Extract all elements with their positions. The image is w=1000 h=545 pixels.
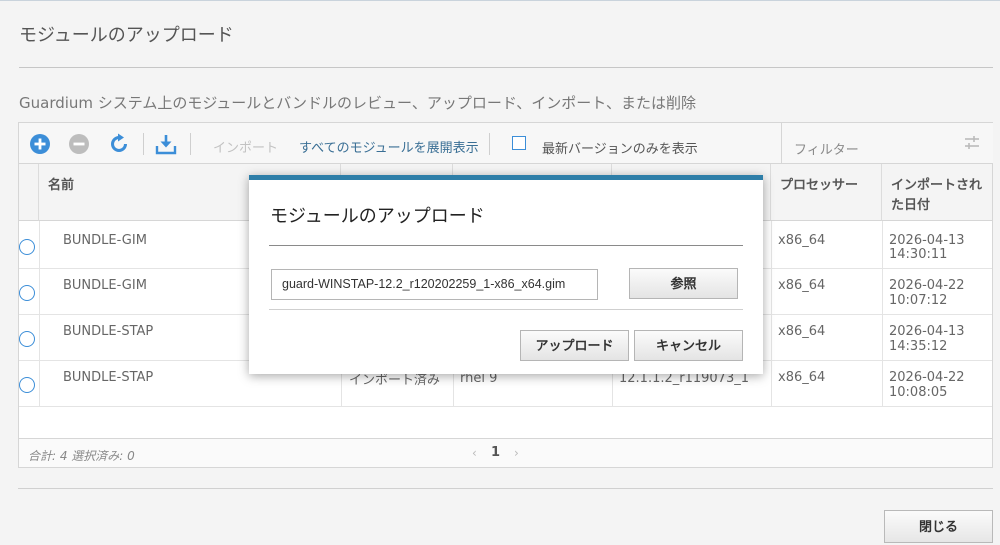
selection-summary: 合計: 4 選択済み: 0 (28, 449, 135, 463)
table-footer: 合計: 4 選択済み: 0 ‹ 1 › (18, 438, 993, 468)
import-button[interactable]: インポート (213, 137, 278, 156)
add-icon[interactable] (28, 132, 52, 156)
row-time: 14:30:11 (889, 247, 948, 262)
refresh-icon[interactable] (107, 132, 131, 156)
filter-input[interactable]: フィルター (794, 139, 859, 158)
pager-current-page[interactable]: 1 (491, 445, 500, 460)
row-status: インポート済み (349, 373, 441, 388)
row-processor: x86_64 (778, 324, 826, 339)
row-radio[interactable] (19, 239, 35, 255)
latest-only-checkbox[interactable] (512, 136, 526, 150)
column-header-import-date[interactable]: インポートされた日付 (882, 164, 992, 221)
bottom-divider (18, 488, 993, 489)
toolbar-separator (489, 133, 490, 155)
file-path-field[interactable]: guard-WINSTAP-12.2_r120202259_1-x86_x64.… (271, 269, 598, 300)
top-rule (0, 0, 1000, 1)
row-time: 14:35:12 (889, 339, 948, 354)
title-divider (19, 67, 993, 68)
row-name: BUNDLE-GIM (63, 278, 147, 293)
select-column-header (19, 164, 39, 221)
close-button[interactable]: 閉じる (884, 510, 993, 543)
expand-all-link[interactable]: すべてのモジュールを展開表示 (299, 137, 479, 156)
row-time: 10:07:12 (889, 293, 948, 308)
toolbar-separator (190, 133, 191, 155)
toolbar-separator (143, 133, 144, 155)
row-time: 10:08:05 (889, 385, 948, 400)
filter-toggle-icon[interactable] (963, 134, 981, 152)
row-name: BUNDLE-GIM (63, 233, 147, 248)
page-description: Guardium システム上のモジュールとバンドルのレビュー、アップロード、イン… (19, 94, 697, 112)
row-processor: x86_64 (778, 233, 826, 248)
latest-only-label: 最新バージョンのみを表示 (542, 142, 698, 157)
row-radio[interactable] (19, 377, 35, 393)
dialog-divider (269, 309, 743, 310)
row-radio[interactable] (19, 331, 35, 347)
row-name: BUNDLE-STAP (63, 370, 154, 385)
page-title: モジュールのアップロード (19, 25, 234, 46)
dialog-title: モジュールのアップロード (270, 206, 485, 227)
row-name: BUNDLE-STAP (63, 324, 154, 339)
pager-prev-button[interactable]: ‹ (472, 446, 477, 460)
remove-icon[interactable] (67, 132, 91, 156)
download-icon[interactable] (154, 132, 178, 156)
row-processor: x86_64 (778, 278, 826, 293)
upload-module-dialog: モジュールのアップロード guard-WINSTAP-12.2_r1202022… (249, 175, 763, 374)
upload-button[interactable]: アップロード (520, 330, 629, 361)
toolbar: インポート すべてのモジュールを展開表示 最新バージョンのみを表示 フィルター (18, 122, 993, 164)
pager-next-button[interactable]: › (514, 446, 519, 460)
row-radio[interactable] (19, 285, 35, 301)
browse-button[interactable]: 参照 (629, 268, 738, 299)
filter-box[interactable]: フィルター (781, 123, 993, 163)
cancel-button[interactable]: キャンセル (634, 330, 743, 361)
row-processor: x86_64 (778, 370, 826, 385)
column-header-processor[interactable]: プロセッサー (771, 164, 882, 221)
row-divider (19, 406, 992, 407)
dialog-divider (269, 245, 743, 246)
